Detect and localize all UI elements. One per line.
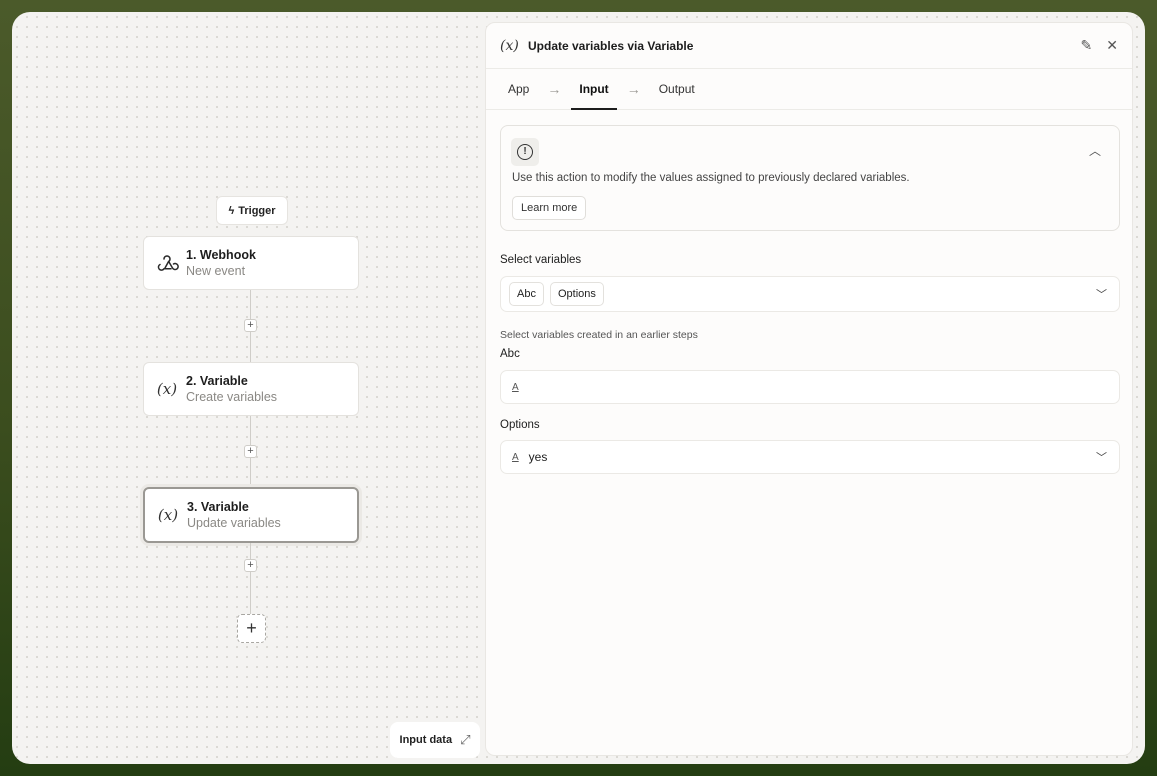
variable-chip[interactable]: Options xyxy=(549,282,604,306)
flow-node-variable-create[interactable]: (x) 2. Variable Create variables xyxy=(143,362,359,416)
input-data-label: Input data xyxy=(399,734,453,746)
input-data-button[interactable]: Input data ⤢ xyxy=(390,722,480,758)
info-icon: ! xyxy=(511,138,539,166)
connector-line xyxy=(250,543,251,614)
node-subtitle: Update variables xyxy=(187,515,281,530)
step-config-panel: (x) Update variables via Variable ✎ ✕ Ap… xyxy=(485,22,1133,756)
options-select[interactable]: A yes ﹀ xyxy=(500,440,1120,474)
chevron-down-icon: ﹀ xyxy=(1096,452,1107,464)
variable-icon: (x) xyxy=(156,380,178,398)
lightning-icon: ϟ xyxy=(228,204,235,217)
text-type-icon: A xyxy=(512,451,519,463)
tab-app[interactable]: App xyxy=(504,69,533,109)
edit-icon[interactable]: ✎ xyxy=(1081,37,1093,54)
learn-more-button[interactable]: Learn more xyxy=(512,196,587,220)
chevron-down-icon: ﹀ xyxy=(1096,289,1107,301)
variable-chip[interactable]: Abc xyxy=(509,282,544,306)
variable-icon: (x) xyxy=(157,506,179,524)
close-icon[interactable]: ✕ xyxy=(1106,37,1118,54)
flow-node-webhook[interactable]: 1. Webhook New event xyxy=(143,236,359,290)
app-frame: ϟ Trigger 1. Webhook New event + (x) 2. … xyxy=(12,12,1145,764)
add-step-button[interactable]: + xyxy=(244,319,257,332)
tab-output[interactable]: Output xyxy=(655,69,699,109)
node-title: 3. Variable xyxy=(187,499,249,514)
node-title: 2. Variable xyxy=(186,373,248,388)
arrow-right-icon: → xyxy=(626,81,641,97)
abc-input[interactable]: A xyxy=(500,370,1120,404)
select-variables-label: Select variables xyxy=(500,254,582,266)
abc-label: Abc xyxy=(500,348,520,360)
options-value: yes xyxy=(528,450,548,464)
flow-node-variable-update[interactable]: (x) 3. Variable Update variables xyxy=(143,487,359,543)
variable-icon: (x) xyxy=(500,37,519,54)
add-step-button[interactable]: + xyxy=(244,559,257,572)
select-variables-dropdown[interactable]: Abc Options ﹀ xyxy=(500,276,1120,312)
trigger-label: Trigger xyxy=(238,204,276,217)
add-final-step-button[interactable]: + xyxy=(237,614,266,643)
panel-tabs: App → Input → Output xyxy=(486,69,1132,110)
info-text: Use this action to modify the values ass… xyxy=(512,172,910,184)
chevron-up-icon[interactable]: ︿ xyxy=(1089,142,1101,159)
options-label: Options xyxy=(500,419,540,431)
trigger-badge[interactable]: ϟ Trigger xyxy=(216,196,288,225)
info-callout: ! ︿ Use this action to modify the values… xyxy=(500,125,1120,231)
webhook-icon xyxy=(154,250,180,276)
expand-icon: ⤢ xyxy=(460,732,471,747)
panel-header: (x) Update variables via Variable ✎ ✕ xyxy=(486,23,1132,69)
add-step-button[interactable]: + xyxy=(244,445,257,458)
panel-title: Update variables via Variable xyxy=(528,38,694,53)
select-variables-helper: Select variables created in an earlier s… xyxy=(500,329,698,341)
arrow-right-icon: → xyxy=(547,81,562,97)
node-title: 1. Webhook xyxy=(186,247,256,262)
tab-input[interactable]: Input xyxy=(571,69,618,110)
node-subtitle: Create variables xyxy=(186,389,278,404)
text-type-icon: A xyxy=(512,381,519,393)
node-subtitle: New event xyxy=(186,263,246,278)
